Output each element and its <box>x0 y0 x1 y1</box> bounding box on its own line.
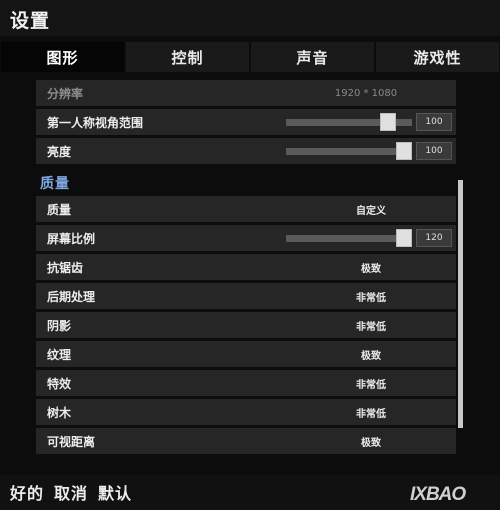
effects-value[interactable]: 非常低 <box>336 376 406 391</box>
site-watermark-logo: IXBAO <box>400 484 498 508</box>
foliage-value[interactable]: 非常低 <box>336 405 406 420</box>
effects-label: 特效 <box>47 376 72 391</box>
brightness-label: 亮度 <box>47 144 72 159</box>
textures-label: 纹理 <box>47 347 72 362</box>
foliage-label: 树木 <box>47 405 72 420</box>
shadows-row[interactable]: 阴影 非常低 <box>36 312 456 338</box>
view-distance-label: 可视距离 <box>47 434 96 449</box>
quality-preset-row[interactable]: 质量 自定义 <box>36 196 456 222</box>
settings-tabs: 图形 控制 声音 游戏性 <box>0 42 500 72</box>
anti-aliasing-row[interactable]: 抗锯齿 极致 <box>36 254 456 280</box>
window-title: 设置 <box>10 10 51 32</box>
shadows-label: 阴影 <box>47 318 72 333</box>
effects-row[interactable]: 特效 非常低 <box>36 370 456 396</box>
textures-value[interactable]: 极致 <box>336 347 406 362</box>
screen-scale-value-box[interactable]: 120 <box>416 229 452 247</box>
brightness-slider-thumb[interactable] <box>396 142 412 160</box>
tab-sound[interactable]: 声音 <box>251 42 374 72</box>
shadows-value[interactable]: 非常低 <box>336 318 406 333</box>
screen-scale-row: 屏幕比例 120 <box>36 225 456 251</box>
tab-controls[interactable]: 控制 <box>126 42 249 72</box>
post-processing-row[interactable]: 后期处理 非常低 <box>36 283 456 309</box>
fov-label: 第一人称视角范围 <box>47 115 144 130</box>
brightness-slider-track[interactable] <box>286 148 412 155</box>
foliage-row[interactable]: 树木 非常低 <box>36 399 456 425</box>
cancel-button[interactable]: 取消 <box>54 480 88 504</box>
graphics-settings-panel: 分辨率 1920 * 1080 第一人称视角范围 100 亮度 100 质量 质… <box>36 76 456 456</box>
post-processing-label: 后期处理 <box>47 289 96 304</box>
fov-row: 第一人称视角范围 100 <box>36 109 456 135</box>
panel-scrollbar[interactable] <box>458 180 463 428</box>
ok-button[interactable]: 好的 <box>10 480 44 504</box>
screen-scale-label: 屏幕比例 <box>47 231 96 246</box>
screen-scale-slider-track[interactable] <box>286 235 412 242</box>
post-processing-value[interactable]: 非常低 <box>336 289 406 304</box>
screen-scale-slider-thumb[interactable] <box>396 229 412 247</box>
anti-aliasing-value[interactable]: 极致 <box>336 260 406 275</box>
quality-preset-label: 质量 <box>47 202 72 217</box>
fov-slider-thumb[interactable] <box>379 113 396 131</box>
fov-value-box[interactable]: 100 <box>416 113 452 131</box>
view-distance-row[interactable]: 可视距离 极致 <box>36 428 456 454</box>
quality-preset-value[interactable]: 自定义 <box>336 202 406 217</box>
quality-section-heading: 质量 <box>40 176 70 192</box>
brightness-value-box[interactable]: 100 <box>416 142 452 160</box>
tab-graphics[interactable]: 图形 <box>1 42 124 72</box>
anti-aliasing-label: 抗锯齿 <box>47 260 84 275</box>
view-distance-value[interactable]: 极致 <box>336 434 406 449</box>
resolution-value: 1920 * 1080 <box>334 87 398 99</box>
tab-gameplay[interactable]: 游戏性 <box>376 42 499 72</box>
watermark-text: IXBAO <box>410 484 466 505</box>
resolution-label: 分辨率 <box>47 86 84 101</box>
resolution-row: 分辨率 1920 * 1080 <box>36 80 456 106</box>
textures-row[interactable]: 纹理 极致 <box>36 341 456 367</box>
title-bar: 设置 <box>0 0 500 36</box>
brightness-row: 亮度 100 <box>36 138 456 164</box>
default-button[interactable]: 默认 <box>98 480 132 504</box>
